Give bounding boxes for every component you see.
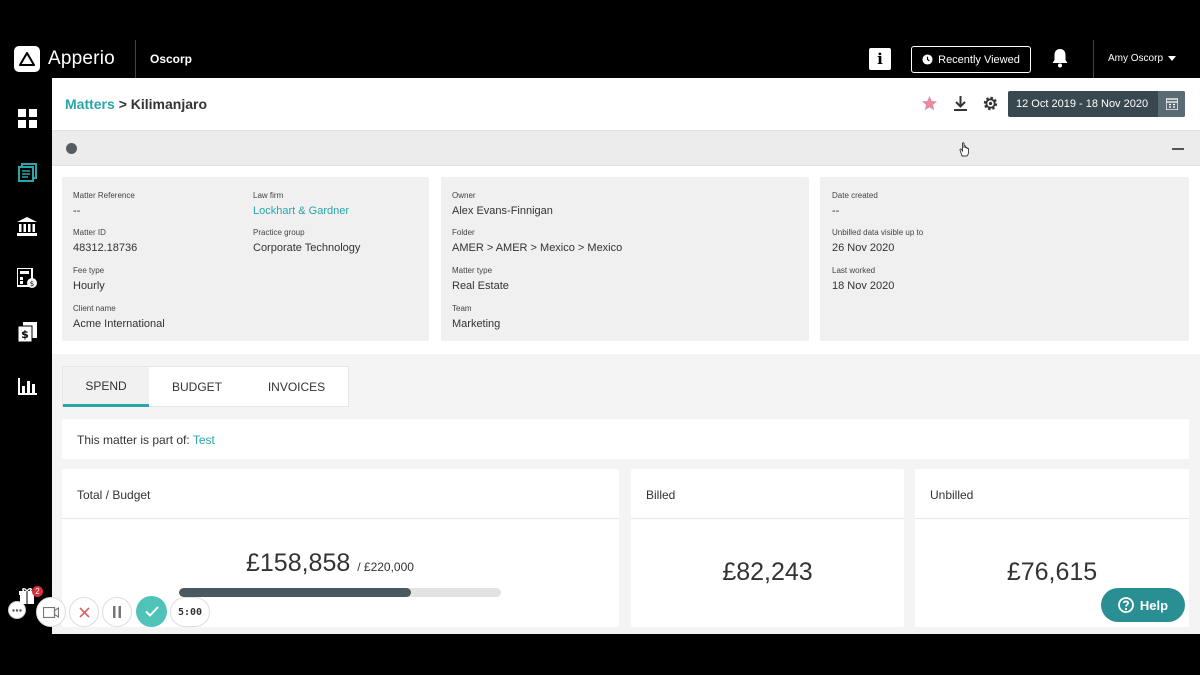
svg-text:$: $ — [30, 280, 34, 288]
download-icon[interactable] — [952, 95, 969, 112]
notification-badge: 2 — [32, 586, 43, 597]
recently-viewed-button[interactable]: Recently Viewed — [911, 46, 1031, 73]
recording-timer: 5:00 — [170, 597, 210, 627]
invoices-icon[interactable]: $ — [17, 322, 37, 342]
app-logo[interactable]: Apperio — [14, 46, 115, 72]
breadcrumb-current: Kilimanjaro — [130, 96, 208, 112]
field-folder: Folder AMER > AMER > Mexico > Mexico — [452, 228, 623, 254]
tab-bar: SPEND BUDGET INVOICES — [62, 366, 349, 407]
help-button[interactable]: Help — [1101, 588, 1185, 622]
user-name: Amy Oscorp — [1108, 53, 1164, 64]
field-matter-reference: Matter Reference -- — [73, 191, 135, 217]
dashboard-icon[interactable] — [17, 108, 37, 128]
tab-budget[interactable]: BUDGET — [149, 367, 245, 407]
metric-billed-value: £82,243 — [722, 558, 813, 586]
field-last-worked: Last worked 18 Nov 2020 — [832, 266, 895, 292]
details-card-owner: Owner Alex Evans-Finnigan Folder AMER > … — [441, 177, 809, 341]
main-content: Matters > Kilimanjaro 12 Oct 2019 - 18 N… — [52, 78, 1200, 634]
app-frame: Apperio Oscorp i Recently Viewed Amy Osc… — [0, 0, 1200, 675]
collapse-minus-icon[interactable] — [1172, 148, 1184, 150]
field-law-firm: Law firm Lockhart & Gardner — [253, 191, 349, 217]
field-matter-type: Matter type Real Estate — [452, 266, 509, 292]
tab-invoices[interactable]: INVOICES — [245, 367, 348, 407]
hand-cursor-icon — [959, 142, 969, 157]
bank-icon[interactable] — [17, 216, 37, 236]
topbar-divider-right — [1093, 40, 1094, 78]
breadcrumb-separator: > — [118, 96, 127, 112]
help-label: Help — [1139, 597, 1169, 613]
date-range-picker[interactable]: 12 Oct 2019 - 18 Nov 2020 — [1008, 91, 1185, 117]
breadcrumb: Matters > Kilimanjaro — [65, 96, 207, 112]
law-firm-link[interactable]: Lockhart & Gardner — [253, 205, 349, 217]
pause-recording-icon[interactable] — [102, 597, 132, 627]
part-of-text: This matter is part of: — [77, 433, 190, 447]
matter-details: Matter Reference -- Law firm Lockhart & … — [52, 166, 1200, 354]
field-unbilled-visible: Unbilled data visible up to 26 Nov 2020 — [832, 228, 924, 254]
metric-total-value: £158,858 — [246, 549, 351, 577]
camera-toggle-icon[interactable] — [36, 597, 66, 627]
recently-viewed-label: Recently Viewed — [938, 53, 1020, 66]
metric-total-value-row: £158,858 / £220,000 — [246, 549, 414, 578]
topbar-divider — [135, 40, 136, 78]
star-icon[interactable] — [921, 95, 938, 112]
field-matter-id: Matter ID 48312.18736 — [73, 228, 138, 254]
metric-billed: Billed £82,243 — [631, 469, 904, 627]
field-team: Team Marketing — [452, 304, 501, 330]
field-owner: Owner Alex Evans-Finnigan — [452, 191, 553, 217]
top-bar: Apperio Oscorp i Recently Viewed Amy Osc… — [0, 40, 1200, 78]
breadcrumb-matters-link[interactable]: Matters — [65, 96, 115, 112]
field-date-created: Date created -- — [832, 191, 878, 217]
details-card-matter: Matter Reference -- Law firm Lockhart & … — [62, 177, 429, 341]
caret-down-icon — [1168, 56, 1177, 61]
page-header: Matters > Kilimanjaro 12 Oct 2019 - 18 N… — [52, 78, 1200, 130]
metric-billed-title: Billed — [631, 469, 904, 519]
tab-spend[interactable]: SPEND — [63, 367, 149, 407]
info-button[interactable]: i — [869, 48, 891, 70]
calculator-icon[interactable]: $ — [17, 268, 37, 288]
part-of-banner: This matter is part of: Test — [62, 419, 1189, 459]
field-fee-type: Fee type Hourly — [73, 266, 105, 292]
sidebar: $ $ — [0, 78, 52, 634]
metric-total-title: Total / Budget — [62, 469, 619, 519]
metric-unbilled-value: £76,615 — [1006, 558, 1098, 586]
field-client-name: Client name Acme International — [73, 304, 165, 330]
metric-unbilled-title: Unbilled — [915, 469, 1189, 519]
clock-icon — [922, 54, 933, 65]
date-range-text: 12 Oct 2019 - 18 Nov 2020 — [1016, 98, 1149, 110]
status-bar — [52, 130, 1200, 166]
user-menu[interactable]: Amy Oscorp — [1108, 53, 1177, 64]
part-of-link[interactable]: Test — [193, 433, 215, 447]
status-indicator-dot — [66, 143, 77, 154]
details-card-dates: Date created -- Unbilled data visible up… — [820, 177, 1189, 341]
cancel-recording-icon[interactable] — [69, 597, 99, 627]
calendar-icon[interactable] — [1158, 91, 1185, 117]
matters-icon[interactable] — [17, 162, 37, 182]
metric-total-budget-value: / £220,000 — [357, 560, 414, 574]
finish-recording-check-icon[interactable] — [136, 596, 167, 627]
budget-progress-fill — [179, 588, 411, 597]
bell-icon[interactable] — [1051, 48, 1069, 68]
help-question-icon — [1118, 597, 1134, 613]
reports-chart-icon[interactable] — [17, 376, 37, 396]
app-name: Apperio — [48, 48, 115, 69]
company-name[interactable]: Oscorp — [150, 52, 192, 66]
settings-gear-icon[interactable] — [982, 95, 999, 112]
field-practice-group: Practice group Corporate Technology — [253, 228, 361, 254]
budget-progress-bar — [179, 588, 501, 597]
svg-text:$: $ — [21, 328, 29, 341]
apperio-logo-icon — [14, 46, 40, 72]
